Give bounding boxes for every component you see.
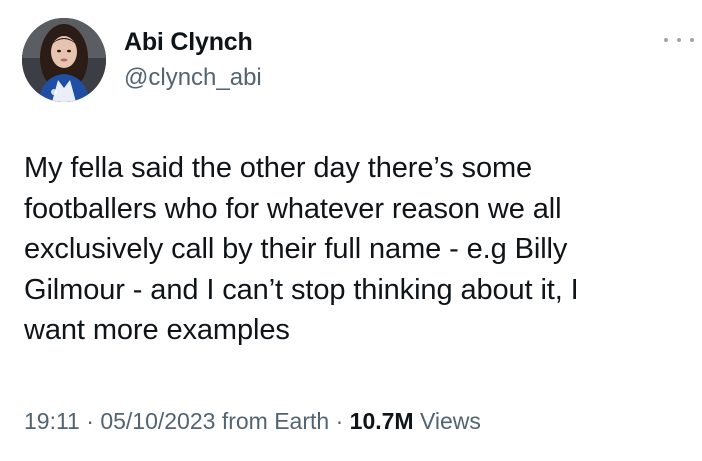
more-dot: [677, 38, 681, 42]
avatar-image: [22, 18, 106, 102]
tweet-source: from Earth: [215, 408, 330, 434]
tweet: Abi Clynch @clynch_abi My fella said the…: [0, 0, 702, 461]
meta-separator: ·: [79, 408, 101, 434]
tweet-meta: 19:11 · 05/10/2023 from Earth · 10.7M Vi…: [24, 408, 481, 435]
more-horizontal-icon[interactable]: [664, 32, 694, 48]
avatar[interactable]: [22, 18, 106, 102]
more-dot: [664, 38, 668, 42]
tweet-date[interactable]: 05/10/2023: [100, 408, 215, 434]
meta-separator: ·: [329, 408, 350, 434]
tweet-text: My fella said the other day there’s some…: [24, 152, 579, 346]
views-count[interactable]: 10.7M: [350, 408, 414, 434]
author-display-name[interactable]: Abi Clynch: [124, 28, 253, 57]
more-dot: [690, 38, 694, 42]
tweet-time[interactable]: 19:11: [24, 408, 80, 434]
author-handle[interactable]: @clynch_abi: [124, 64, 262, 92]
views-label[interactable]: Views: [414, 408, 481, 434]
